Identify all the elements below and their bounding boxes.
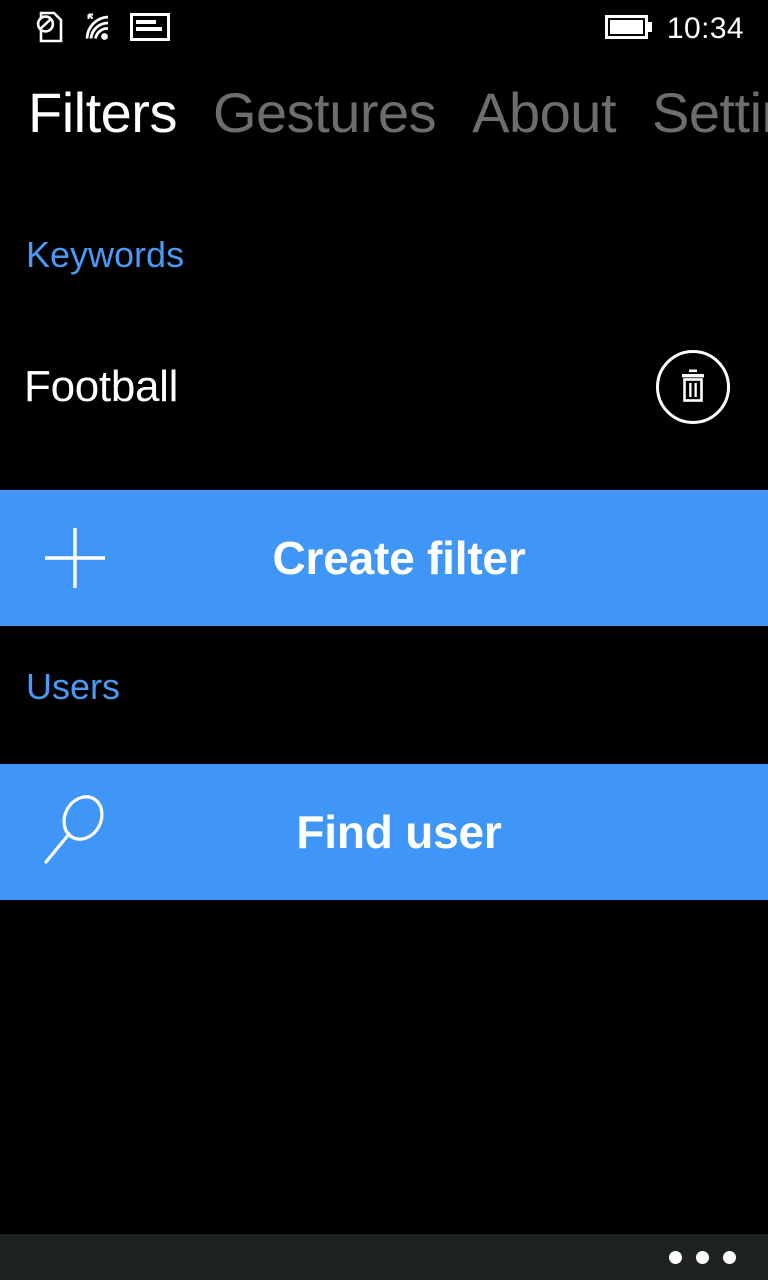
wifi-signal-icon	[80, 11, 114, 48]
tab-settings[interactable]: Settin	[652, 80, 768, 146]
pivot-header: Filters Gestures About Settin	[0, 80, 768, 164]
create-filter-label: Create filter	[272, 532, 526, 584]
tab-filters[interactable]: Filters	[28, 80, 177, 146]
ellipsis-dot	[723, 1250, 736, 1264]
no-sim-icon	[34, 11, 64, 48]
status-bar: 10:34	[0, 0, 768, 58]
search-icon	[0, 792, 150, 872]
ellipsis-dot	[696, 1250, 709, 1264]
find-user-button[interactable]: Find user	[0, 764, 768, 900]
status-bar-clock: 10:34	[666, 12, 744, 45]
plus-icon	[0, 520, 150, 596]
trash-icon	[675, 366, 711, 409]
keyword-label: Football	[24, 362, 179, 411]
main-content: Keywords Football Create filter Users Fi…	[0, 164, 768, 900]
section-header-keywords: Keywords	[26, 234, 185, 275]
delete-keyword-button[interactable]	[656, 350, 730, 424]
app-bar	[0, 1234, 768, 1280]
status-bar-right: 10:34	[604, 12, 744, 46]
ellipsis-dot	[669, 1250, 682, 1264]
ellipsis-icon[interactable]	[669, 1250, 736, 1264]
cellular-data-icon	[130, 12, 170, 47]
section-header-users: Users	[26, 666, 121, 707]
status-bar-left-icons	[34, 11, 170, 48]
find-user-label: Find user	[296, 806, 502, 858]
tab-gestures[interactable]: Gestures	[213, 80, 437, 146]
create-filter-button[interactable]: Create filter	[0, 490, 768, 626]
tab-about[interactable]: About	[472, 80, 616, 146]
keyword-list-item[interactable]: Football	[0, 328, 768, 446]
battery-full-icon	[604, 13, 653, 46]
